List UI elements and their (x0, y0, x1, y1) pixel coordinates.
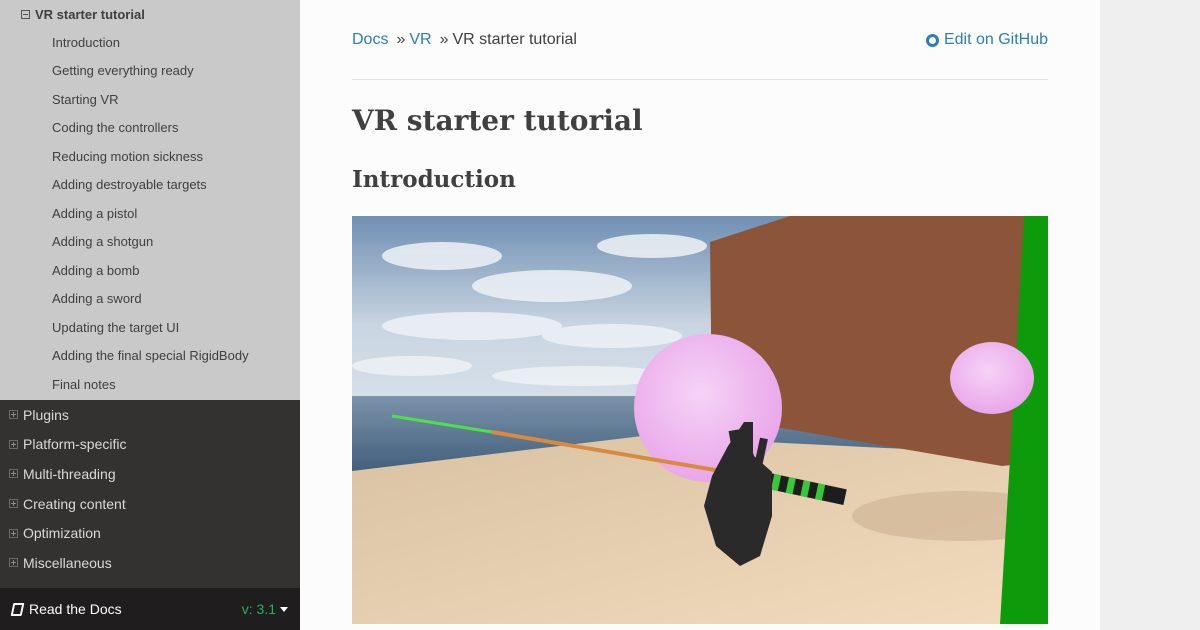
toc-subitem-motion-sickness[interactable]: Reducing motion sickness (0, 142, 300, 171)
toc-item-multi-threading[interactable]: Multi-threading (0, 459, 300, 489)
plus-square-icon[interactable] (9, 499, 18, 509)
toc-item-label: Optimization (23, 525, 101, 542)
toc-subitem-target-ui[interactable]: Updating the target UI (0, 313, 300, 342)
toc-subitem-bomb[interactable]: Adding a bomb (0, 256, 300, 285)
breadcrumb-separator: » (439, 31, 449, 48)
toc-subitem-special-rigidbody[interactable]: Adding the final special RigidBody (0, 342, 300, 371)
right-gutter (1100, 0, 1200, 630)
main-content: Docs » VR » VR starter tutorial Edit on … (300, 0, 1100, 630)
plus-square-icon[interactable] (9, 410, 18, 420)
toc-item-label: Plugins (23, 406, 69, 423)
toc-subitem-shotgun[interactable]: Adding a shotgun (0, 228, 300, 257)
toc-item-label: VR starter tutorial (35, 6, 145, 22)
edit-on-github-link[interactable]: Edit on GitHub (925, 31, 1048, 49)
toc-item-label: Miscellaneous (23, 554, 112, 571)
toc-subitem-destroyable-targets[interactable]: Adding destroyable targets (0, 171, 300, 200)
plus-square-icon[interactable] (9, 439, 18, 449)
breadcrumb-separator: » (396, 31, 406, 48)
toc-subitem-coding-controllers[interactable]: Coding the controllers (0, 114, 300, 143)
toc-item-miscellaneous[interactable]: Miscellaneous (0, 548, 300, 578)
edit-on-github-label: Edit on GitHub (943, 31, 1048, 48)
section-title: Introduction (352, 166, 516, 193)
toc-item-label: Multi-threading (23, 465, 116, 482)
toc-item-optimization[interactable]: Optimization (0, 518, 300, 548)
plus-square-icon[interactable] (9, 469, 18, 479)
toc-top-level-list: Plugins Platform-specific Multi-threadin… (0, 400, 300, 578)
caret-down-icon[interactable] (280, 606, 288, 612)
toc-item-label: Platform-specific (23, 436, 127, 453)
toc-subitem-getting-ready[interactable]: Getting everything ready (0, 57, 300, 86)
vr-scene-image (352, 216, 1048, 624)
pink-sphere-right (950, 342, 1034, 414)
header-divider (352, 79, 1048, 80)
page-title: VR starter tutorial (352, 104, 643, 137)
toc-subitem-final-notes[interactable]: Final notes (0, 370, 300, 399)
version-selector[interactable]: v: 3.1 (242, 601, 276, 617)
read-the-docs-version-bar[interactable]: Read the Docs v: 3.1 (0, 588, 300, 630)
toc-subitem-sword[interactable]: Adding a sword (0, 285, 300, 314)
toc-current-section: VR starter tutorial Introduction Getting… (0, 0, 300, 400)
toc-item-vr-starter-tutorial[interactable]: VR starter tutorial (0, 0, 300, 28)
toc-item-platform-specific[interactable]: Platform-specific (0, 430, 300, 460)
toc-subitem-starting-vr[interactable]: Starting VR (0, 85, 300, 114)
toc-item-creating-content[interactable]: Creating content (0, 489, 300, 519)
breadcrumb-vr-link[interactable]: VR (409, 31, 431, 49)
toc-subitem-introduction[interactable]: Introduction (0, 28, 300, 57)
sidebar: VR starter tutorial Introduction Getting… (0, 0, 300, 630)
toc-item-label: Creating content (23, 495, 126, 512)
plus-square-icon[interactable] (9, 558, 18, 568)
book-icon (10, 602, 25, 616)
breadcrumb-docs-link[interactable]: Docs (352, 31, 388, 49)
breadcrumb: Docs » VR » VR starter tutorial Edit on … (352, 28, 1048, 52)
toc-subitem-pistol[interactable]: Adding a pistol (0, 199, 300, 228)
plus-square-icon[interactable] (9, 528, 18, 538)
minus-square-icon[interactable] (21, 9, 30, 19)
toc-item-plugins[interactable]: Plugins (0, 400, 300, 430)
github-icon (925, 33, 939, 47)
breadcrumb-current: VR starter tutorial (452, 31, 577, 48)
read-the-docs-label: Read the Docs (29, 601, 122, 617)
